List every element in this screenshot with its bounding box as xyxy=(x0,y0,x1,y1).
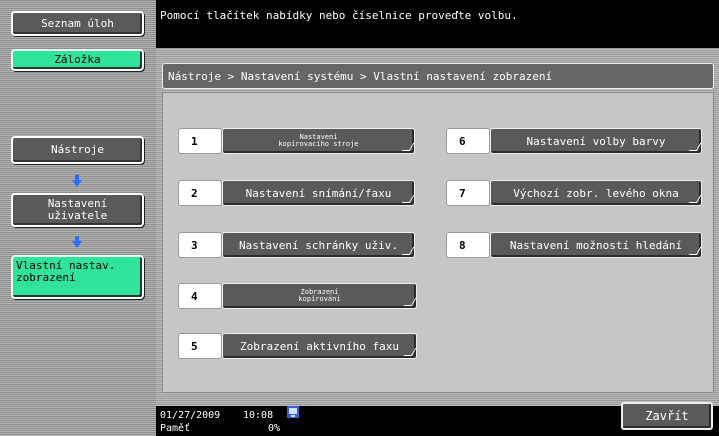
sidebar-item-user-settings[interactable]: Nastavení uživatele xyxy=(11,193,144,227)
sidebar-item-custom-display[interactable]: Vlastní nastav. zobrazení xyxy=(11,255,144,299)
main-panel: Nástroje > Nastavení systému > Vlastní n… xyxy=(156,48,719,406)
menu-item-number: 5 xyxy=(178,333,222,359)
menu-item-number: 8 xyxy=(446,232,490,258)
user-box-settings-button[interactable]: Nastavení schránky uživ. xyxy=(222,232,415,258)
bookmark-button[interactable]: Záložka xyxy=(11,49,144,71)
status-date: 01/27/2009 xyxy=(160,410,221,421)
close-button[interactable]: Zavřít xyxy=(621,402,713,430)
menu-item-number: 7 xyxy=(446,180,490,206)
down-arrow-icon xyxy=(72,236,82,248)
copier-settings-button[interactable]: Nastavení kopírovacího stroje xyxy=(222,128,415,154)
down-arrow-icon xyxy=(72,175,82,187)
memory-label: Paměť xyxy=(160,423,191,434)
active-fax-display-button[interactable]: Zobrazení aktivního faxu xyxy=(222,333,417,359)
sidebar-item-tools[interactable]: Nástroje xyxy=(11,136,144,164)
left-pane-default-button[interactable]: Výchozí zobr. levého okna xyxy=(490,180,702,206)
color-selection-settings-button[interactable]: Nastavení volby barvy xyxy=(490,128,702,154)
scan-fax-settings-button[interactable]: Nastavení snímání/faxu xyxy=(222,180,415,206)
search-options-settings-button[interactable]: Nastavení možností hledání xyxy=(490,232,702,258)
menu-item-number: 2 xyxy=(178,180,222,206)
memory-value: 0% xyxy=(268,423,281,434)
network-icon xyxy=(287,406,299,418)
menu-item-number: 6 xyxy=(446,128,490,154)
menu-item-number: 1 xyxy=(178,128,222,154)
menu-area: 1 Nastavení kopírovacího stroje 2 Nastav… xyxy=(162,92,714,393)
instruction-message: Pomocí tlačítek nabídky nebo číselnice p… xyxy=(156,0,719,48)
copy-display-button[interactable]: Zobrazení kopírování xyxy=(222,283,417,309)
menu-item-number: 3 xyxy=(178,232,222,258)
status-bar: 01/27/2009 10:08 Paměť 0% Zavřít xyxy=(156,402,719,436)
breadcrumb: Nástroje > Nastavení systému > Vlastní n… xyxy=(162,63,714,89)
menu-item-number: 4 xyxy=(178,283,222,309)
job-list-button[interactable]: Seznam úloh xyxy=(11,11,144,36)
status-time: 10:08 xyxy=(243,410,274,421)
sidebar: Seznam úloh Záložka Nástroje Nastavení u… xyxy=(0,0,156,436)
